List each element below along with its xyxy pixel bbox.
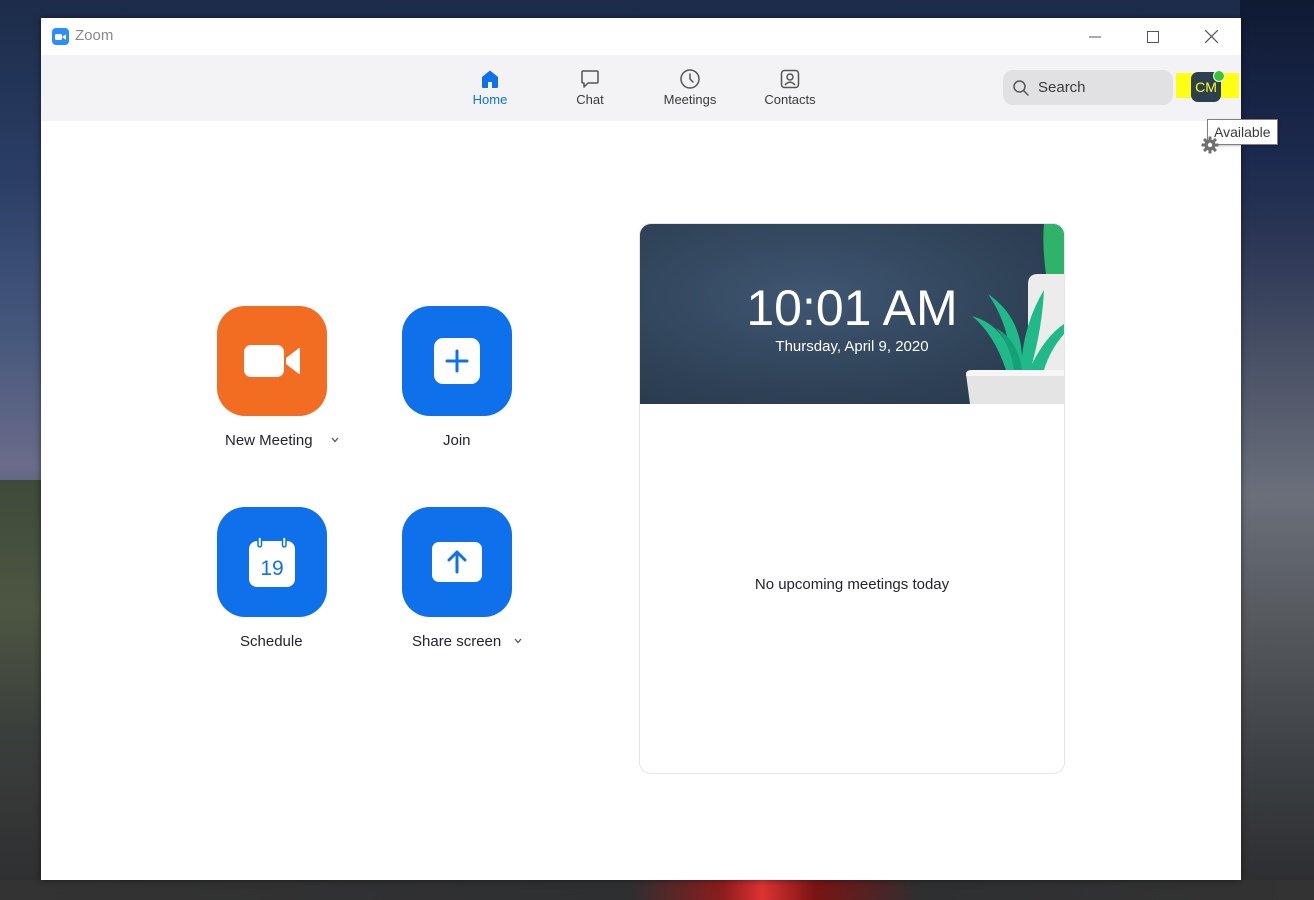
new-meeting-button[interactable] [217,306,327,416]
schedule-label[interactable]: Schedule [240,633,303,650]
upload-arrow-icon [432,542,482,582]
schedule-button[interactable]: 19 [217,507,327,617]
tab-contacts-label: Contacts [764,92,816,107]
tab-home-label: Home [472,92,508,107]
search-icon [1013,79,1029,96]
clock-icon [680,69,700,89]
calendar-day: 19 [260,557,283,580]
desktop-background-left [0,480,41,900]
calendar-icon: 19 [249,537,295,587]
tab-contacts[interactable]: Contacts [740,55,840,121]
minimize-button[interactable] [1066,18,1124,55]
join-button[interactable] [402,306,512,416]
chat-icon [581,70,599,88]
close-button[interactable] [1182,18,1240,55]
contacts-icon [780,69,800,89]
maximize-icon [1147,30,1159,43]
search-placeholder: Search [1038,79,1086,96]
upcoming-meetings-card: 10:01 AM Thursday, April 9, 2020 No upco… [639,223,1065,774]
clock-time: 10:01 AM [746,280,958,336]
desktop-background-bottom [0,880,1314,900]
maximize-button[interactable] [1124,18,1182,55]
new-meeting-label[interactable]: New Meeting [225,432,313,449]
avatar-initials: CM [1195,79,1217,95]
empty-meetings-message: No upcoming meetings today [754,576,950,593]
title-bar[interactable]: Zoom [41,18,1241,55]
plus-icon [434,338,480,384]
tab-meetings-label: Meetings [663,92,717,107]
search-input[interactable]: Search [1003,70,1173,105]
top-navigation: Home Chat Meetings Contacts Search CM [41,55,1241,121]
close-icon [1204,30,1218,43]
clock-banner: 10:01 AM Thursday, April 9, 2020 [640,224,1064,404]
window-title: Zoom [75,27,114,44]
zoom-window: Zoom Home Chat Meetings Contacts Search … [41,18,1278,880]
video-camera-icon [244,345,300,377]
tab-home[interactable]: Home [440,55,540,121]
zoom-logo-icon [52,28,69,45]
status-tooltip-text: Available [1214,124,1271,140]
tab-chat[interactable]: Chat [540,55,640,121]
chevron-down-icon[interactable] [513,637,523,645]
minimize-icon [1089,36,1101,37]
share-screen-label[interactable]: Share screen [412,633,501,650]
share-screen-button[interactable] [402,507,512,617]
presence-status-dot [1213,70,1225,82]
tab-meetings[interactable]: Meetings [640,55,740,121]
join-label[interactable]: Join [443,432,471,449]
home-icon [482,70,498,88]
settings-gear-icon[interactable] [1201,136,1219,154]
clock-date: Thursday, April 9, 2020 [775,338,929,355]
tab-chat-label: Chat [576,92,604,107]
chevron-down-icon[interactable] [330,436,340,444]
